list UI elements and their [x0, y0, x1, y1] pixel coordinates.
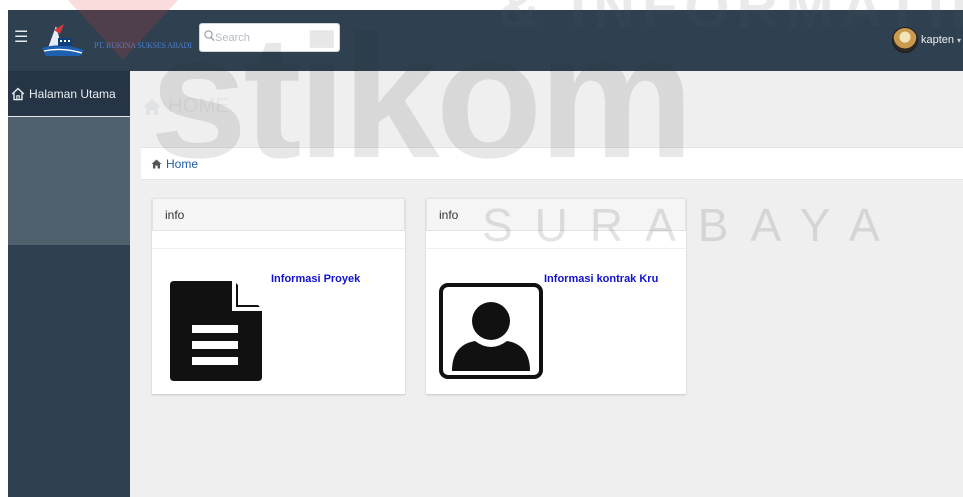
- info-card-proyek: info Informasi Proyek: [152, 198, 405, 394]
- sidebar-highlight-band: [8, 117, 130, 245]
- home-icon: [11, 87, 25, 100]
- search-icon: [204, 30, 215, 42]
- card-header: info: [426, 198, 686, 231]
- page-heading: HOME: [142, 95, 229, 118]
- search-box[interactable]: [199, 23, 340, 52]
- document-icon[interactable]: [170, 281, 264, 381]
- breadcrumb-home-link[interactable]: Home: [166, 157, 198, 171]
- informasi-proyek-link[interactable]: Informasi Proyek: [271, 273, 360, 285]
- sidebar: Halaman Utama: [8, 71, 130, 497]
- page-title: HOME: [168, 95, 230, 117]
- company-logo[interactable]: [40, 18, 200, 58]
- avatar: [891, 27, 918, 53]
- home-icon: [143, 98, 161, 115]
- sidebar-item-halaman-utama[interactable]: Halaman Utama: [8, 71, 130, 117]
- card-title: info: [439, 207, 459, 222]
- top-navbar: ☰ PT. RUKINA SUKSES ABADI kapt: [8, 10, 963, 71]
- app-window: ☰ PT. RUKINA SUKSES ABADI kapt: [0, 0, 963, 497]
- card-strip: [426, 231, 686, 249]
- hamburger-icon[interactable]: ☰: [14, 27, 28, 47]
- home-icon: [151, 159, 162, 168]
- informasi-kontrak-kru-link[interactable]: Informasi kontrak Kru: [544, 273, 658, 285]
- user-name: kapten: [920, 34, 954, 46]
- user-menu[interactable]: kapten ▾: [891, 25, 961, 55]
- user-profile-icon[interactable]: [439, 283, 543, 379]
- sidebar-item-label: Halaman Utama: [29, 86, 116, 101]
- ship-logo-icon: [42, 24, 84, 56]
- info-card-kontrak-kru: info Informasi kontrak Kru: [426, 198, 686, 394]
- card-header: info: [152, 198, 405, 231]
- breadcrumb: Home: [141, 147, 963, 180]
- logo-text: PT. RUKINA SUKSES ABADI: [94, 41, 192, 50]
- card-title: info: [165, 207, 185, 222]
- main-content: HOME Home info Informasi Proyek info Inf…: [130, 71, 963, 497]
- search-input[interactable]: [215, 29, 335, 47]
- card-strip: [152, 231, 405, 249]
- chevron-down-icon: ▾: [956, 35, 961, 45]
